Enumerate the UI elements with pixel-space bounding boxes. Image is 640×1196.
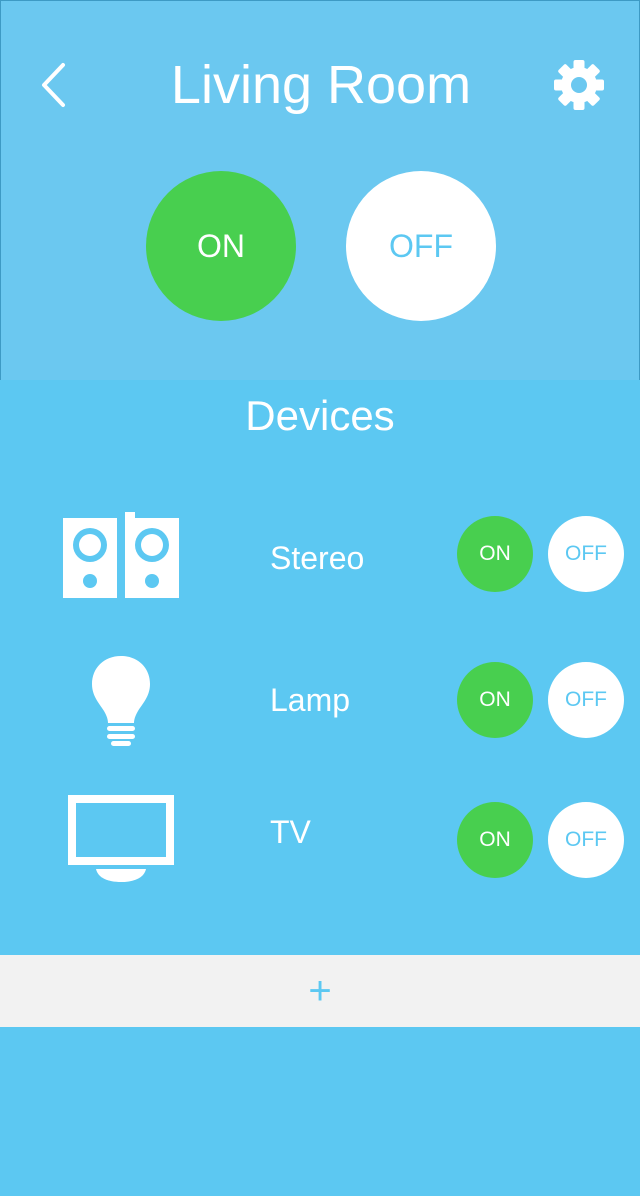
tv-on-button[interactable]: ON: [457, 802, 533, 878]
device-row-tv: TV ON OFF: [0, 794, 640, 884]
lamp-off-button[interactable]: OFF: [548, 662, 624, 738]
stereo-off-button[interactable]: OFF: [548, 516, 624, 592]
stereo-on-button[interactable]: ON: [457, 516, 533, 592]
device-row-stereo: Stereo ON OFF: [0, 510, 640, 600]
room-header: Living Room ON OFF: [0, 0, 640, 380]
speakers-icon: [60, 510, 182, 600]
device-label-stereo: Stereo: [270, 540, 365, 576]
device-row-lamp: Lamp ON OFF: [0, 655, 640, 747]
tv-off-button[interactable]: OFF: [548, 802, 624, 878]
device-label-lamp: Lamp: [270, 682, 351, 718]
page-title: Living Room: [170, 55, 472, 115]
tv-icon: [66, 794, 176, 884]
plus-icon: +: [308, 968, 332, 1013]
master-on-button[interactable]: ON: [146, 171, 296, 321]
master-off-button[interactable]: OFF: [346, 171, 496, 321]
settings-button[interactable]: [552, 58, 606, 112]
gear-icon: [554, 60, 604, 110]
device-label-tv: TV: [270, 814, 311, 850]
lamp-on-button[interactable]: ON: [457, 662, 533, 738]
lightbulb-icon: [90, 655, 152, 747]
devices-heading: Devices: [245, 392, 395, 439]
add-device-button[interactable]: +: [0, 955, 640, 1027]
